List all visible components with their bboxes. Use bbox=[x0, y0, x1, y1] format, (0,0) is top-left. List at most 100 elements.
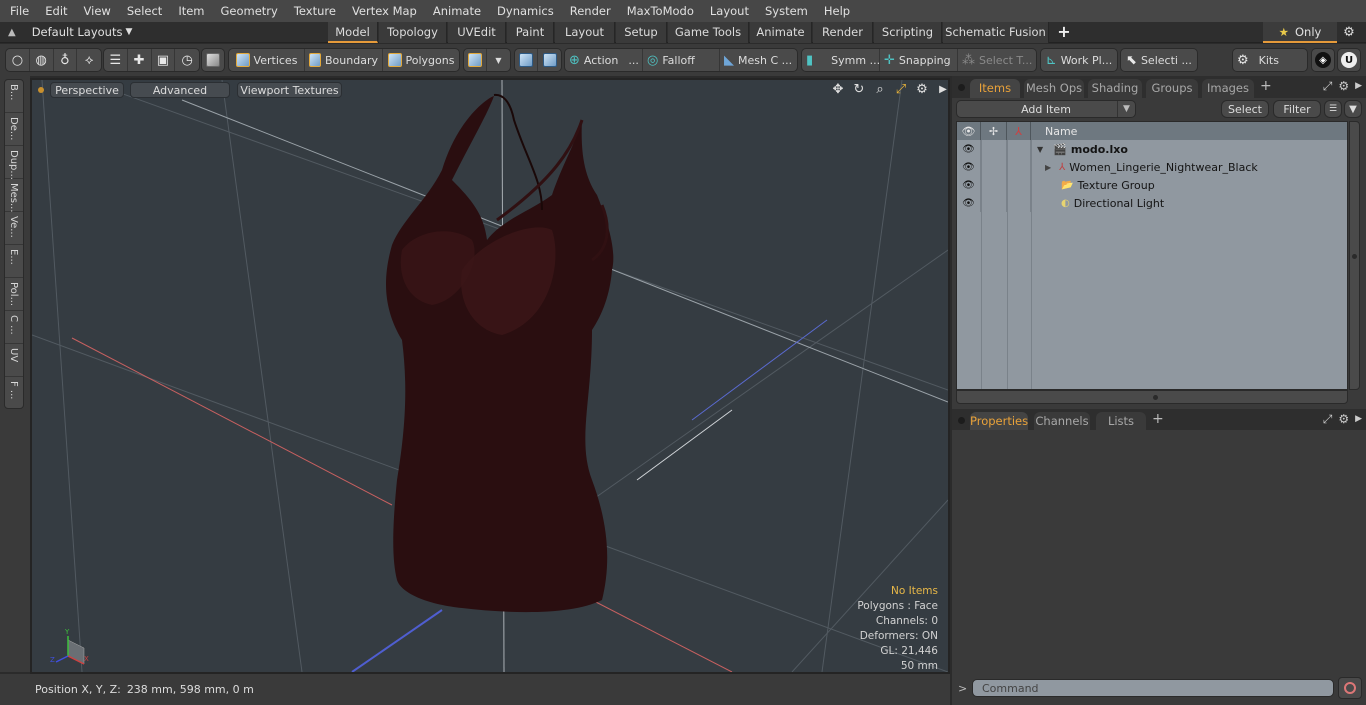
clock-button[interactable]: ◷ bbox=[175, 49, 199, 71]
tab-mesh-ops[interactable]: Mesh Ops bbox=[1024, 79, 1084, 98]
boundary-button[interactable]: Boundary bbox=[305, 49, 383, 71]
panel-menu-dot[interactable] bbox=[958, 84, 965, 91]
tab-shading[interactable]: Shading bbox=[1088, 79, 1142, 98]
work-plane-button[interactable]: ⊾ Work Pl... bbox=[1041, 49, 1117, 71]
menu-animate[interactable]: Animate bbox=[425, 0, 489, 22]
left-tab-deform[interactable]: De... bbox=[5, 113, 23, 146]
select-through-button[interactable]: ⁂ Select T... bbox=[958, 49, 1036, 71]
polygons-button[interactable]: Polygons bbox=[383, 49, 459, 71]
panel-menu-dot[interactable] bbox=[958, 417, 965, 424]
command-input[interactable]: Command bbox=[972, 679, 1334, 697]
shading-mode-button[interactable]: Advanced bbox=[130, 82, 230, 98]
item-mode-button[interactable] bbox=[202, 49, 224, 71]
snapping-button[interactable]: ✛ Snapping bbox=[880, 49, 958, 71]
rotate-view-icon[interactable]: ↻ bbox=[851, 82, 867, 98]
center-button[interactable] bbox=[538, 49, 561, 71]
tab-paint[interactable]: Paint bbox=[507, 22, 554, 43]
material-mode-dropdown[interactable]: ▼ bbox=[487, 49, 510, 71]
3d-viewport[interactable]: Y X Z Perspective Advanced Viewport Text… bbox=[30, 78, 950, 674]
tree-row-modo-lxo[interactable]: 👁 ▼ 🎬 modo.lxo bbox=[957, 140, 1347, 158]
tree-vertical-scrollbar[interactable] bbox=[1349, 121, 1360, 390]
expand-down-icon[interactable]: ▼ bbox=[1037, 145, 1043, 154]
maximize-panel-icon[interactable]: ⤢ bbox=[1323, 79, 1333, 94]
menu-render[interactable]: Render bbox=[562, 0, 619, 22]
panel-arrow-icon[interactable]: ▶ bbox=[1355, 79, 1362, 94]
add-item-button[interactable]: Add Item ▼ bbox=[956, 100, 1136, 118]
left-tab-fusion[interactable]: F ... bbox=[5, 377, 23, 410]
unreal-button[interactable]: U bbox=[1338, 49, 1360, 71]
lasso-tool-button[interactable]: ⟡ bbox=[77, 49, 101, 71]
only-toggle[interactable]: ★ Only bbox=[1263, 22, 1337, 43]
tab-lists[interactable]: Lists bbox=[1096, 412, 1146, 431]
panel-gear-icon[interactable]: ⚙ bbox=[1338, 412, 1349, 427]
menu-edit[interactable]: Edit bbox=[37, 0, 75, 22]
menu-system[interactable]: System bbox=[757, 0, 816, 22]
view-mode-button[interactable]: Perspective bbox=[50, 82, 124, 98]
pivot-button[interactable] bbox=[515, 49, 539, 71]
symmetry-button[interactable]: ▮ Symm ... bbox=[802, 49, 880, 71]
expand-arrow-icon[interactable]: ▶ bbox=[935, 82, 948, 98]
menu-item[interactable]: Item bbox=[170, 0, 212, 22]
layout-picker[interactable]: ▲ Default Layouts ▼ bbox=[8, 22, 132, 43]
tab-model[interactable]: Model bbox=[328, 22, 378, 43]
filter-button[interactable]: Filter bbox=[1273, 100, 1321, 118]
collapse-up-icon[interactable]: ▲ bbox=[8, 22, 16, 43]
menu-select[interactable]: Select bbox=[119, 0, 170, 22]
gear-icon[interactable]: ⚙ bbox=[1340, 22, 1358, 43]
menu-vertex-map[interactable]: Vertex Map bbox=[344, 0, 425, 22]
kits-button[interactable]: ⚙ Kits bbox=[1233, 49, 1307, 71]
zoom-view-icon[interactable]: ⌕ bbox=[872, 82, 888, 98]
mesh-constraint-button[interactable]: ◣ Mesh C ... bbox=[720, 49, 797, 71]
tab-images[interactable]: Images bbox=[1202, 79, 1254, 98]
tab-animate[interactable]: Animate bbox=[750, 22, 812, 43]
left-tab-edge[interactable]: E... bbox=[5, 245, 23, 278]
tab-topology[interactable]: Topology bbox=[379, 22, 447, 43]
type-column-icon[interactable]: ⅄ bbox=[1007, 122, 1031, 140]
maximize-panel-icon[interactable]: ⤢ bbox=[1323, 412, 1333, 427]
tab-uvedit[interactable]: UVEdit bbox=[448, 22, 506, 43]
tab-items[interactable]: Items bbox=[970, 79, 1020, 98]
falloff-button[interactable]: ◎ Falloff bbox=[643, 49, 720, 71]
record-macro-button[interactable] bbox=[1338, 677, 1362, 699]
menu-help[interactable]: Help bbox=[816, 0, 858, 22]
tab-groups[interactable]: Groups bbox=[1146, 79, 1198, 98]
name-column-header[interactable]: Name bbox=[1031, 122, 1347, 140]
add-tab-button[interactable]: + bbox=[1152, 411, 1164, 427]
funnel-filter-icon[interactable]: ▼ bbox=[1344, 100, 1362, 118]
viewport-menu-dot[interactable] bbox=[38, 87, 44, 93]
selection-sets-button[interactable]: ⬉ Selecti ... bbox=[1121, 49, 1197, 71]
left-tab-vertex[interactable]: Ve... bbox=[5, 212, 23, 245]
tree-horizontal-scrollbar[interactable] bbox=[956, 390, 1348, 404]
action-button[interactable]: ⊕ Action... bbox=[565, 49, 643, 71]
viewport-settings-gear-icon[interactable]: ⚙ bbox=[914, 82, 930, 98]
menu-dynamics[interactable]: Dynamics bbox=[489, 0, 562, 22]
vertices-button[interactable]: Vertices bbox=[229, 49, 305, 71]
tree-item[interactable]: ▶ ⅄ Women_Lingerie_Nightwear_Black bbox=[1031, 158, 1258, 176]
sphere-select-button[interactable]: ◍ bbox=[30, 49, 54, 71]
left-tab-basic[interactable]: B... bbox=[5, 80, 23, 113]
maximize-view-icon[interactable]: ⤢ bbox=[893, 82, 909, 98]
scroll-knob[interactable] bbox=[1153, 395, 1158, 400]
panel-arrow-icon[interactable]: ▶ bbox=[1355, 412, 1362, 427]
circle-select-button[interactable]: ○ bbox=[6, 49, 30, 71]
tree-row-directional-light[interactable]: 👁 ◐ Directional Light bbox=[957, 194, 1347, 212]
frame-button[interactable]: ▣ bbox=[152, 49, 176, 71]
uv-cross-button[interactable]: ✚ bbox=[128, 49, 152, 71]
tree-item[interactable]: ▼ 🎬 modo.lxo bbox=[1031, 140, 1128, 158]
menu-maxtomodo[interactable]: MaxToModo bbox=[619, 0, 702, 22]
select-button[interactable]: Select bbox=[1221, 100, 1269, 118]
visibility-toggle[interactable]: 👁 bbox=[957, 176, 981, 194]
add-tab-button[interactable]: + bbox=[1260, 78, 1272, 94]
add-layout-tab-button[interactable]: + bbox=[1057, 22, 1071, 43]
scroll-knob[interactable] bbox=[1352, 254, 1357, 259]
tab-game-tools[interactable]: Game Tools bbox=[668, 22, 749, 43]
tab-setup[interactable]: Setup bbox=[616, 22, 667, 43]
visibility-toggle[interactable]: 👁 bbox=[957, 140, 981, 158]
left-tab-duplicate[interactable]: Dup... bbox=[5, 146, 23, 180]
pen-tool-button[interactable]: ♁ bbox=[54, 49, 78, 71]
tab-layout[interactable]: Layout bbox=[555, 22, 615, 43]
visibility-toggle[interactable]: 👁 bbox=[957, 194, 981, 212]
menu-texture[interactable]: Texture bbox=[286, 0, 344, 22]
tab-schematic-fusion[interactable]: Schematic Fusion bbox=[943, 22, 1049, 43]
left-tab-uv[interactable]: UV bbox=[5, 344, 23, 377]
